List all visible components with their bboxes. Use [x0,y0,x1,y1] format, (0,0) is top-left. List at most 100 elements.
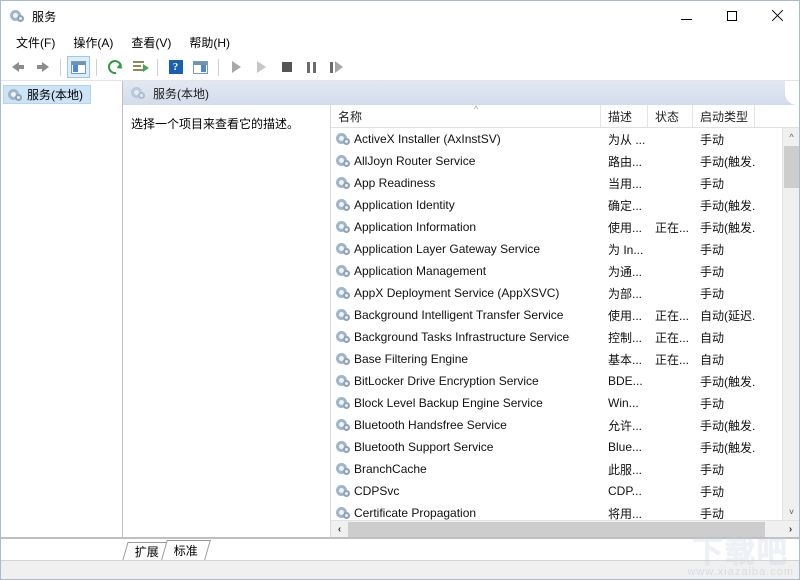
column-header-name[interactable]: 名称 ^ [331,105,601,127]
title-bar: 服务 [1,1,799,31]
table-row[interactable]: ActiveX Installer (AxInstSV) 为从 ... 手动 [331,128,799,150]
forward-button[interactable] [31,56,54,78]
cell-startup-type: 手动 [700,242,725,257]
close-button[interactable] [754,1,799,31]
table-row[interactable]: BitLocker Drive Encryption Service BDE...… [331,370,799,392]
table-row[interactable]: AppX Deployment Service (AppXSVC) 为部... 手动 [331,282,799,304]
console-tree-icon [71,60,86,74]
minimize-button[interactable] [664,1,709,31]
menu-file[interactable]: 文件(F) [7,32,64,54]
cell-startup-type: 手动(触发... [700,374,755,389]
services-gear-icon [336,132,351,146]
table-row[interactable]: Certificate Propagation 将用... 手动 [331,502,799,520]
toolbar: ? [1,54,799,81]
cell-description: 将用... [608,506,643,521]
cell-name: Application Layer Gateway Service [331,242,601,256]
chevron-right-icon[interactable]: › [782,521,799,538]
column-header-name-label: 名称 [338,109,363,124]
cell-startup-type: 手动(触发... [700,220,755,235]
table-row[interactable]: Application Identity 确定... 手动(触发... [331,194,799,216]
services-gear-icon [131,86,146,100]
table-row[interactable]: CDPSvc CDP... 手动 [331,480,799,502]
menu-help[interactable]: 帮助(H) [180,32,239,54]
table-row[interactable]: App Readiness 当用... 手动 [331,172,799,194]
toolbar-separator [96,58,97,76]
table-row[interactable]: Application Management 为通... 手动 [331,260,799,282]
service-name: Application Information [354,220,477,234]
maximize-button[interactable] [709,1,754,31]
cell-description: 为从 ... [608,132,646,147]
table-row[interactable]: Background Intelligent Transfer Service 使… [331,304,799,326]
horizontal-scrollbar-thumb[interactable] [348,521,765,537]
cell-startup-type: 手动 [700,506,725,521]
menu-action[interactable]: 操作(A) [64,32,122,54]
vertical-scrollbar[interactable]: ^ ˅ [782,128,799,520]
pane-content: 选择一个项目来查看它的描述。 名称 ^ 描述 状态 启动类型 ActiveX I… [123,105,799,537]
column-header-status[interactable]: 状态 [648,105,693,127]
cell-description: 确定... [608,198,643,213]
column-header-startup-type[interactable]: 启动类型 [693,105,755,127]
cell-startup-type: 自动(延迟... [700,308,755,323]
properties-button[interactable] [189,56,212,78]
vertical-scrollbar-thumb[interactable] [784,146,799,188]
service-name: Certificate Propagation [354,506,477,520]
table-row[interactable]: Background Tasks Infrastructure Service 控… [331,326,799,348]
services-gear-icon [336,242,351,256]
services-gear-icon [336,330,351,344]
services-gear-icon [336,154,351,168]
table-row[interactable]: Block Level Backup Engine Service Win... 手… [331,392,799,414]
cell-status: 正在... [655,220,690,235]
services-gear-icon [8,88,23,102]
services-gear-icon [336,462,351,476]
table-row[interactable]: Application Layer Gateway Service 为 In...… [331,238,799,260]
body-split: 服务(本地) 服务(本地) 选择一个项目来查看它的描述。 名称 ^ 描述 状态 … [1,81,799,538]
horizontal-scrollbar-track[interactable] [348,521,782,538]
services-gear-icon [336,308,351,322]
arrow-right-icon [36,62,49,72]
pane-header-title: 服务(本地) [153,86,209,101]
resume-service-button[interactable] [250,56,273,78]
help-button[interactable]: ? [164,56,187,78]
table-row[interactable]: AllJoyn Router Service 路由... 手动(触发... [331,150,799,172]
sidebar-item-services-local[interactable]: 服务(本地) [3,85,91,104]
services-gear-icon [10,9,25,23]
refresh-button[interactable] [103,56,126,78]
cell-description: 为通... [608,264,643,279]
pause-service-button[interactable] [300,56,323,78]
cell-description: 当用... [608,176,643,191]
properties-window-icon [193,60,208,74]
table-row[interactable]: Bluetooth Handsfree Service 允许... 手动(触发... [331,414,799,436]
export-list-button[interactable] [128,56,151,78]
chevron-left-icon[interactable]: ‹ [331,521,348,538]
service-name: CDPSvc [354,484,400,498]
service-description-panel: 选择一个项目来查看它的描述。 [123,105,330,537]
start-service-button[interactable] [225,56,248,78]
chevron-down-icon[interactable]: ˅ [783,503,799,520]
restart-service-button[interactable] [325,56,348,78]
console-tree-pane: 服务(本地) [1,81,123,538]
service-name: BranchCache [354,462,427,476]
cell-name: Bluetooth Handsfree Service [331,418,601,432]
cell-name: AllJoyn Router Service [331,154,601,168]
play-dim-icon [257,61,266,73]
horizontal-scrollbar[interactable]: ‹ › [331,520,799,537]
column-header-description[interactable]: 描述 [601,105,648,127]
chevron-up-icon[interactable]: ^ [783,128,799,145]
help-icon: ? [168,60,183,74]
view-tabs: 扩展 标准 [1,538,799,560]
stop-service-button[interactable] [275,56,298,78]
table-row[interactable]: Application Information 使用... 正在... 手动(触发..… [331,216,799,238]
table-row[interactable]: BranchCache 此服... 手动 [331,458,799,480]
tab-standard[interactable]: 标准 [161,540,211,560]
service-name: Application Layer Gateway Service [354,242,541,256]
cell-description: BDE... [608,374,643,388]
table-row[interactable]: Bluetooth Support Service Blue... 手动(触发... [331,436,799,458]
column-header-status-label: 状态 [655,109,680,124]
show-hide-console-tree-button[interactable] [67,56,90,78]
menu-bar: 文件(F) 操作(A) 查看(V) 帮助(H) [1,31,799,54]
back-button[interactable] [6,56,29,78]
menu-view[interactable]: 查看(V) [122,32,180,54]
column-header-startup-type-label: 启动类型 [700,109,749,124]
cell-name: Application Management [331,264,601,278]
table-row[interactable]: Base Filtering Engine 基本... 正在... 自动 [331,348,799,370]
